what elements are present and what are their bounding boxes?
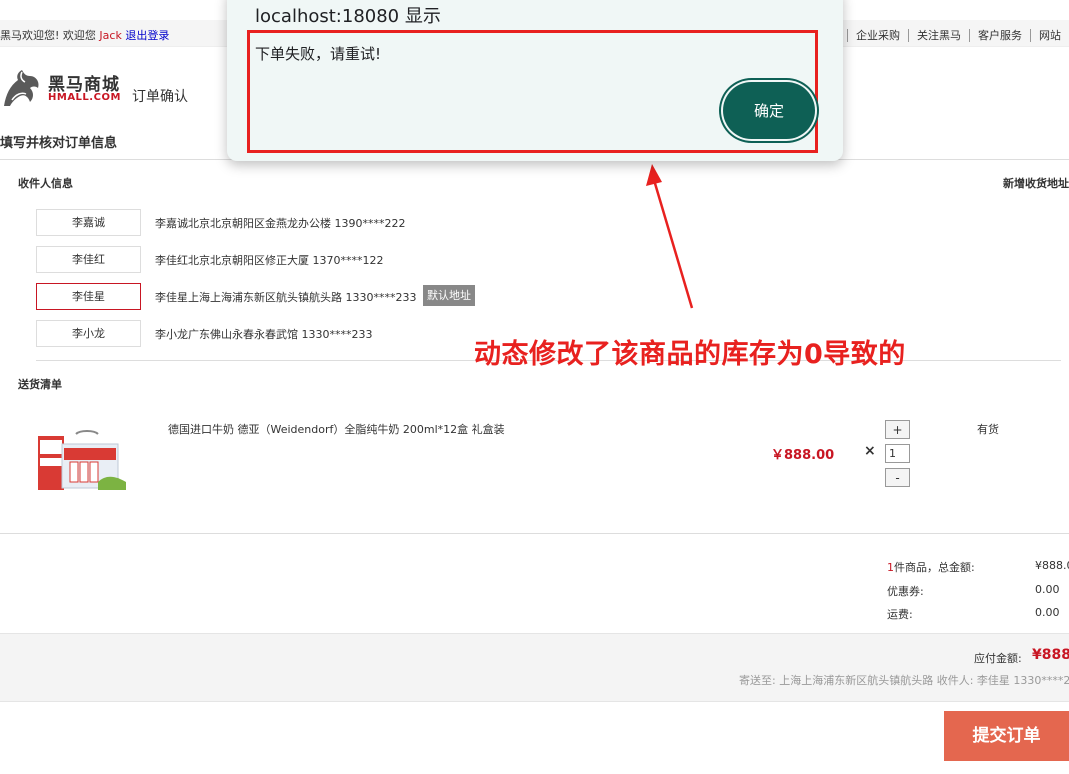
payable-amount: ¥888.0 [1032,647,1069,663]
payable-label: 应付金额: [974,652,1022,665]
alert-dialog: localhost:18080 显示 下单失败，请重试! 确定 [227,0,843,161]
dialog-title: localhost:18080 显示 [255,6,441,27]
delivery-label: 送货清单 [18,378,62,391]
item-count: 1 [887,561,894,574]
address-name-button[interactable]: 李小龙 [36,320,141,347]
dialog-ok-button[interactable]: 确定 [723,82,815,139]
address-name-button-selected[interactable]: 李佳星 [36,283,141,310]
page-subtitle: 订单确认 [132,89,188,105]
annotation-arrow-icon [646,164,694,309]
top-link-follow[interactable]: 关注黑马 [908,29,969,42]
quantity-input[interactable]: 1 [885,444,910,463]
summary-total: ¥888.0 [1035,559,1069,572]
section-title: 填写并核对订单信息 [0,136,118,151]
top-link-site[interactable]: 网站 [1030,29,1069,42]
freight-label: 运费: [887,608,913,621]
address-name-button[interactable]: 李佳红 [36,246,141,273]
welcome-text: 黑马欢迎您! 欢迎您 Jack 退出登录 [0,27,169,43]
logout-link[interactable]: 退出登录 [125,29,169,42]
address-name-button[interactable]: 李嘉诚 [36,209,141,236]
address-detail: 李小龙广东佛山永春永春武馆 1330****233 [155,328,373,341]
milk-product-image [38,430,126,490]
horse-logo-icon [4,70,39,106]
address-row: 李佳红 李佳红北京北京朝阳区修正大厦 1370****122 [36,246,556,273]
freight-value: 0.00 [1035,606,1060,619]
payment-bar: 应付金额: ¥888.0 寄送至: 上海上海浦东新区航头镇航头路 收件人: 李佳… [0,633,1069,702]
decrease-quantity-button[interactable]: - [885,468,910,487]
new-address-link[interactable]: 新增收货地址 [1003,175,1069,191]
default-address-badge: 默认地址 [423,285,475,306]
top-links: 企业采购 关注黑马 客户服务 网站 [847,27,1069,43]
increase-quantity-button[interactable]: + [885,420,910,439]
multiply-icon: × [864,443,876,459]
welcome-prefix: 黑马欢迎您! [0,29,60,42]
coupon-label: 优惠券: [887,585,924,598]
stock-status: 有货 [977,423,999,436]
address-row-selected: 李佳星 李佳星上海上海浦东新区航头镇航头路 1330****233 默认地址 [36,283,556,310]
address-detail: 李佳红北京北京朝阳区修正大厦 1370****122 [155,254,384,267]
product-name: 德国进口牛奶 德亚（Weidendorf）全脂纯牛奶 200ml*12盒 礼盒装 [168,423,505,436]
username: Jack [99,29,122,42]
top-link-service[interactable]: 客户服务 [969,29,1030,42]
dialog-message: 下单失败，请重试! [255,45,382,63]
summary-count-label: 1件商品，总金额: [887,559,975,575]
coupon-value: 0.00 [1035,583,1060,596]
item-count-suffix: 件商品，总金额: [894,561,975,574]
divider [0,533,1069,534]
top-link-enterprise[interactable]: 企业采购 [847,29,908,42]
address-detail: 李佳星上海上海浦东新区航头镇航头路 1330****233 [155,291,417,304]
annotation-text: 动态修改了该商品的库存为0导致的 [474,339,906,370]
address-row: 李嘉诚 李嘉诚北京北京朝阳区金燕龙办公楼 1390****222 [36,209,556,236]
receiver-label: 收件人信息 [18,177,73,190]
logo-text-en: HMALL.COM [48,92,121,103]
logo[interactable]: 黑马商城 HMALL.COM [0,66,124,110]
address-detail: 李嘉诚北京北京朝阳区金燕龙办公楼 1390****222 [155,217,406,230]
product-price: ￥888.00 [771,448,835,463]
welcome-mid: 欢迎您 [62,29,96,42]
submit-order-button[interactable]: 提交订单 [944,711,1069,761]
ship-to-info: 寄送至: 上海上海浦东新区航头镇航头路 收件人: 李佳星 1330****2 [739,674,1069,687]
